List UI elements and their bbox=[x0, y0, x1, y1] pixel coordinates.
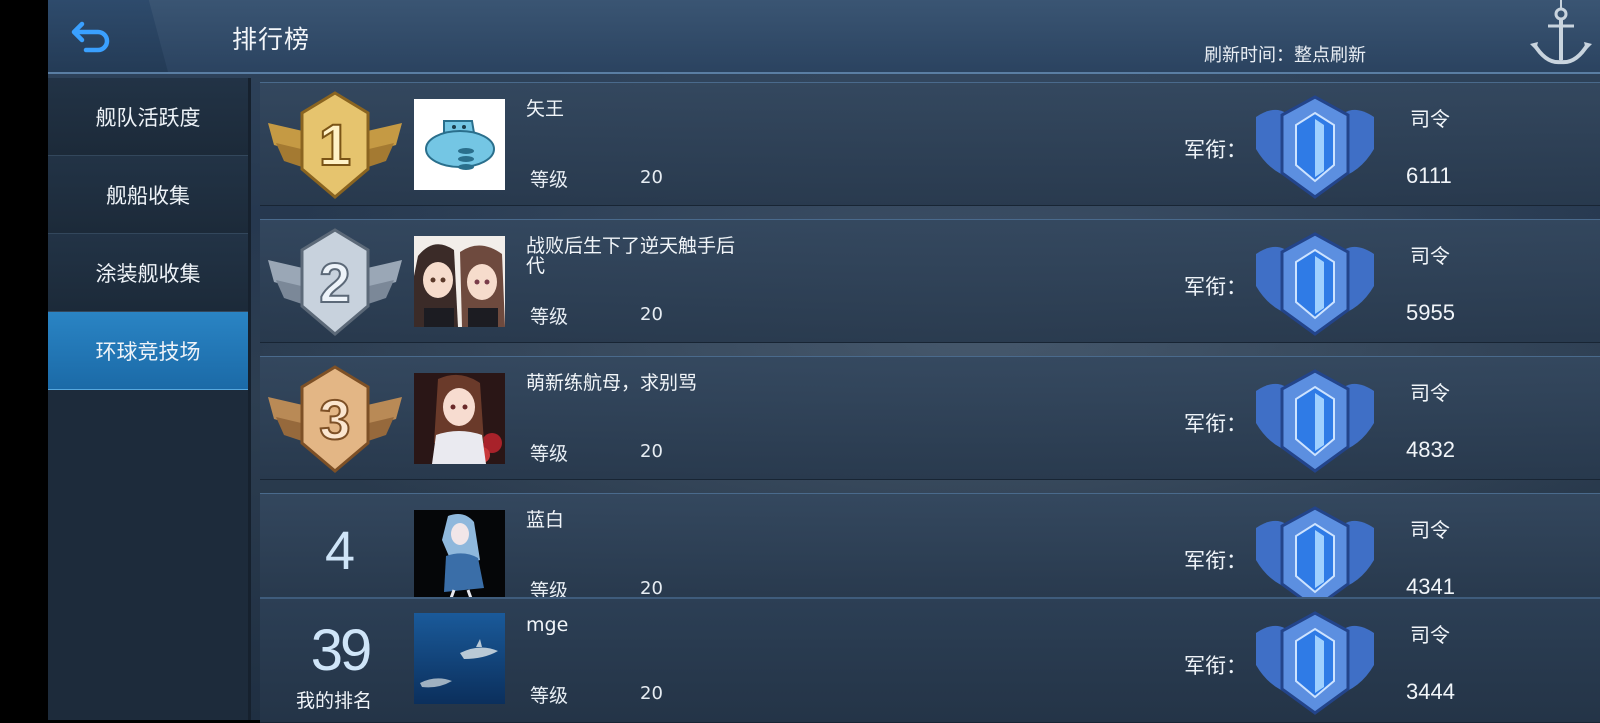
rank-title: 司令 bbox=[1410, 244, 1450, 268]
level-label: 等级 bbox=[530, 306, 569, 328]
arena-score: 5955 bbox=[1406, 300, 1455, 325]
gold-1-medal-icon: 1 bbox=[268, 91, 402, 199]
level-label: 等级 bbox=[530, 443, 569, 465]
svg-text:1: 1 bbox=[319, 113, 351, 178]
category-sidebar: 舰队活跃度 舰船收集 涂装舰收集 环球竞技场 bbox=[48, 78, 251, 720]
player-avatar[interactable] bbox=[414, 99, 505, 190]
leaderboard-row[interactable]: 3 萌新练航母，求别骂 等级 20 军衔： 司令 4832 bbox=[260, 356, 1600, 480]
player-name: 矢王 bbox=[526, 98, 565, 120]
military-rank-label: 军衔： bbox=[1184, 549, 1247, 573]
military-rank-label: 军衔： bbox=[1184, 654, 1247, 678]
my-rank-number: 39 bbox=[310, 618, 373, 683]
back-button[interactable] bbox=[48, 0, 168, 72]
rank-title: 司令 bbox=[1410, 381, 1450, 405]
level-value: 20 bbox=[640, 578, 663, 599]
svg-text:2: 2 bbox=[319, 251, 350, 314]
refresh-time-text: 刷新时间：整点刷新 bbox=[1204, 45, 1366, 66]
page-title: 排行榜 bbox=[232, 25, 311, 54]
rank-title: 司令 bbox=[1410, 518, 1450, 542]
rank-number: 4 bbox=[324, 521, 356, 581]
tab-global-arena[interactable]: 环球竞技场 bbox=[48, 312, 248, 390]
tab-skin-collection[interactable]: 涂装舰收集 bbox=[48, 234, 248, 312]
arena-score: 6111 bbox=[1406, 163, 1452, 188]
military-rank-label: 军衔： bbox=[1184, 412, 1247, 436]
silver-2-medal-icon: 2 bbox=[268, 228, 402, 336]
tab-ship-collection[interactable]: 舰船收集 bbox=[48, 156, 248, 234]
level-value: 20 bbox=[640, 167, 663, 188]
level-label: 等级 bbox=[530, 685, 569, 707]
leaderboard-list: 1 矢王 等级 20 军衔： 司令 6111 2 战败后生下了逆天触手后 代 等… bbox=[260, 82, 1600, 618]
commander-rank-emblem-icon bbox=[1256, 95, 1374, 199]
rank-title: 司令 bbox=[1410, 107, 1450, 131]
player-name: 萌新练航母，求别骂 bbox=[526, 372, 698, 394]
military-rank-label: 军衔： bbox=[1184, 138, 1247, 162]
player-avatar[interactable] bbox=[414, 510, 505, 601]
player-name: 战败后生下了逆天触手后代 bbox=[526, 235, 736, 277]
anchor-icon bbox=[1530, 0, 1592, 65]
leaderboard-row[interactable]: 2 战败后生下了逆天触手后代 等级 20 军衔： 司令 5955 bbox=[260, 219, 1600, 343]
commander-rank-emblem-icon bbox=[1256, 506, 1374, 604]
level-label: 等级 bbox=[530, 169, 569, 191]
cartoon-submarine-avatar-icon bbox=[414, 99, 505, 190]
my-avatar[interactable] bbox=[414, 613, 505, 704]
bronze-3-medal-icon: 3 bbox=[268, 365, 402, 473]
my-player-name: mge bbox=[526, 614, 569, 636]
blue-white-character-avatar-icon bbox=[414, 510, 505, 601]
level-value: 20 bbox=[640, 304, 663, 325]
player-avatar[interactable] bbox=[414, 373, 505, 464]
commander-rank-emblem-icon bbox=[1256, 611, 1374, 715]
svg-text:3: 3 bbox=[319, 388, 350, 451]
tab-fleet-activity[interactable]: 舰队活跃度 bbox=[48, 78, 248, 156]
shark-ocean-avatar-icon bbox=[414, 613, 505, 704]
leaderboard-row[interactable]: 4 蓝白 等级 20 军衔： 司令 4341 bbox=[260, 493, 1600, 605]
level-value: 20 bbox=[640, 441, 663, 462]
military-rank-label: 军衔： bbox=[1184, 275, 1247, 299]
header-bar: 排行榜 刷新时间：整点刷新 bbox=[48, 0, 1600, 74]
my-arena-score: 3444 bbox=[1406, 679, 1455, 704]
player-name: 蓝白 bbox=[526, 509, 565, 531]
commander-rank-emblem-icon bbox=[1256, 232, 1374, 336]
rank-title: 司令 bbox=[1410, 623, 1450, 647]
level-value: 20 bbox=[640, 683, 663, 704]
my-rank-row[interactable]: 39 我的排名 mge 等级 20 军衔： 司令 3444 bbox=[260, 597, 1600, 723]
anime-girl-avatar-icon bbox=[414, 373, 505, 464]
arena-score: 4832 bbox=[1406, 437, 1455, 462]
anime-girls-avatar-icon bbox=[414, 236, 505, 327]
player-avatar[interactable] bbox=[414, 236, 505, 327]
commander-rank-emblem-icon bbox=[1256, 369, 1374, 473]
back-arrow-icon bbox=[71, 21, 110, 53]
my-rank-label: 我的排名 bbox=[296, 690, 373, 712]
leaderboard-row[interactable]: 1 矢王 等级 20 军衔： 司令 6111 bbox=[260, 82, 1600, 206]
